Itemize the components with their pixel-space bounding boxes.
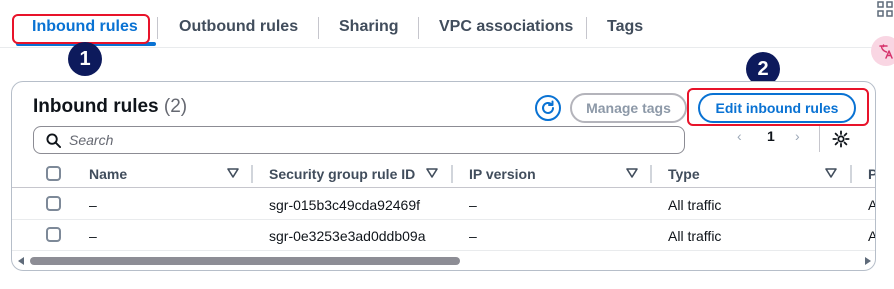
manage-tags-button[interactable]: Manage tags	[570, 93, 687, 123]
column-resizer[interactable]	[650, 165, 652, 183]
scroll-left-arrow-icon[interactable]	[18, 257, 24, 265]
cell-name: –	[89, 197, 97, 213]
rule-count: (2)	[163, 96, 188, 117]
column-header-protocol[interactable]: P	[868, 166, 875, 182]
cell-type: All traffic	[668, 197, 722, 213]
gear-icon[interactable]	[832, 130, 850, 148]
cell-rule-id: sgr-0e3253e3ad0ddb09a	[269, 228, 426, 244]
panel-title-text: Inbound rules	[33, 96, 159, 117]
search-field[interactable]	[33, 126, 685, 154]
column-resizer[interactable]	[251, 165, 253, 183]
step-marker-1: 1	[68, 42, 102, 76]
column-header-ip-version[interactable]: IP version	[469, 166, 536, 182]
apps-grid-icon[interactable]	[876, 0, 894, 18]
highlight-edit-button	[687, 88, 869, 126]
sort-caret-icon[interactable]	[626, 168, 638, 178]
tab-tags[interactable]: Tags	[607, 18, 643, 36]
highlight-inbound-tab	[12, 14, 150, 44]
tab-divider	[586, 17, 587, 39]
translate-icon	[879, 44, 893, 59]
pager-divider	[819, 126, 820, 152]
scroll-right-arrow-icon[interactable]	[865, 257, 871, 265]
column-resizer[interactable]	[451, 165, 453, 183]
search-input[interactable]	[69, 132, 629, 148]
tab-outbound-rules[interactable]: Outbound rules	[179, 18, 298, 36]
row-checkbox[interactable]	[46, 227, 61, 242]
sort-caret-icon[interactable]	[426, 168, 438, 178]
column-header-name[interactable]: Name	[89, 166, 127, 182]
table-row[interactable]: – sgr-0e3253e3ad0ddb09a – All traffic A	[12, 220, 875, 251]
select-all-checkbox[interactable]	[46, 166, 61, 181]
cell-name: –	[89, 228, 97, 244]
translate-extension-icon[interactable]	[871, 36, 894, 66]
horizontal-scrollbar[interactable]	[30, 257, 460, 265]
cell-ip-version: –	[469, 197, 477, 213]
sort-caret-icon[interactable]	[825, 168, 837, 178]
panel-title: Inbound rules (2)	[33, 96, 187, 118]
table-header: Name Security group rule ID IP version T…	[12, 160, 875, 188]
tab-divider	[318, 17, 319, 39]
tab-divider	[157, 17, 158, 39]
cell-rule-id: sgr-015b3c49cda92469f	[269, 197, 421, 213]
row-checkbox[interactable]	[46, 196, 61, 211]
column-header-type[interactable]: Type	[668, 166, 700, 182]
tab-vpc-associations[interactable]: VPC associations	[439, 18, 573, 36]
refresh-icon	[542, 100, 554, 114]
previous-page-button[interactable]: ‹	[737, 128, 742, 144]
table-row[interactable]: – sgr-015b3c49cda92469f – All traffic A	[12, 189, 875, 220]
current-page-number[interactable]: 1	[767, 128, 775, 144]
cell-type: All traffic	[668, 228, 722, 244]
refresh-button[interactable]	[535, 95, 561, 121]
tab-sharing[interactable]: Sharing	[339, 18, 399, 36]
next-page-button[interactable]: ›	[795, 128, 800, 144]
column-resizer[interactable]	[850, 165, 852, 183]
column-header-rule-id[interactable]: Security group rule ID	[269, 166, 415, 182]
tab-divider	[418, 17, 419, 39]
sort-caret-icon[interactable]	[227, 168, 239, 178]
cell-protocol: A	[868, 197, 875, 213]
cell-protocol: A	[868, 228, 875, 244]
cell-ip-version: –	[469, 228, 477, 244]
search-icon	[46, 132, 61, 148]
